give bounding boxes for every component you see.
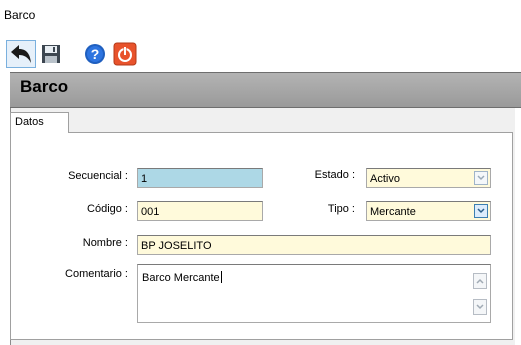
chevron-up-icon: [476, 278, 484, 284]
window-title: Barco: [4, 8, 36, 22]
codigo-value: 001: [141, 206, 160, 218]
tab-datos-label: Datos: [15, 116, 44, 128]
nombre-field[interactable]: BP JOSELITO: [137, 235, 491, 255]
chevron-down-icon: [477, 175, 485, 181]
codigo-field[interactable]: 001: [137, 201, 263, 221]
secuencial-value: 1: [141, 173, 148, 185]
chevron-down-icon: [476, 304, 484, 310]
header-band: Barco: [10, 72, 521, 108]
estado-value: Activo: [370, 173, 400, 185]
help-button[interactable]: ?: [80, 40, 110, 68]
nombre-value: BP JOSELITO: [141, 240, 212, 252]
nombre-label: Nombre :: [82, 237, 128, 249]
exit-button[interactable]: [110, 40, 140, 68]
comentario-value: Barco Mercante: [142, 272, 220, 284]
comentario-text: Barco Mercante: [142, 271, 222, 284]
comentario-textarea[interactable]: Barco Mercante: [137, 264, 491, 323]
tipo-value: Mercante: [370, 206, 416, 218]
save-button[interactable]: [36, 40, 66, 68]
comentario-label: Comentario :: [65, 268, 128, 280]
tipo-dropdown-button[interactable]: [474, 204, 488, 218]
save-floppy-icon: [42, 45, 60, 63]
chevron-down-icon: [477, 208, 485, 214]
undo-button[interactable]: [6, 40, 36, 68]
scroll-up-button[interactable]: [473, 273, 487, 289]
secuencial-field[interactable]: 1: [137, 168, 263, 188]
tipo-label: Tipo :: [327, 203, 355, 215]
codigo-label: Código :: [87, 203, 128, 215]
power-icon: [113, 42, 137, 66]
help-icon: ?: [85, 44, 105, 64]
title-bar: Barco: [0, 0, 521, 34]
page-title: Barco: [20, 77, 69, 96]
svg-text:?: ?: [91, 46, 100, 62]
tipo-select[interactable]: Mercante: [366, 201, 491, 221]
estado-select[interactable]: Activo: [366, 168, 491, 188]
estado-dropdown-button[interactable]: [474, 171, 488, 185]
undo-arrow-icon: [11, 45, 31, 63]
text-caret: [220, 271, 222, 283]
scroll-down-button[interactable]: [473, 299, 487, 315]
estado-label: Estado :: [314, 169, 355, 181]
secuencial-label: Secuencial :: [68, 170, 128, 182]
tab-datos[interactable]: Datos: [10, 112, 69, 133]
toolbar: ?: [0, 36, 521, 70]
